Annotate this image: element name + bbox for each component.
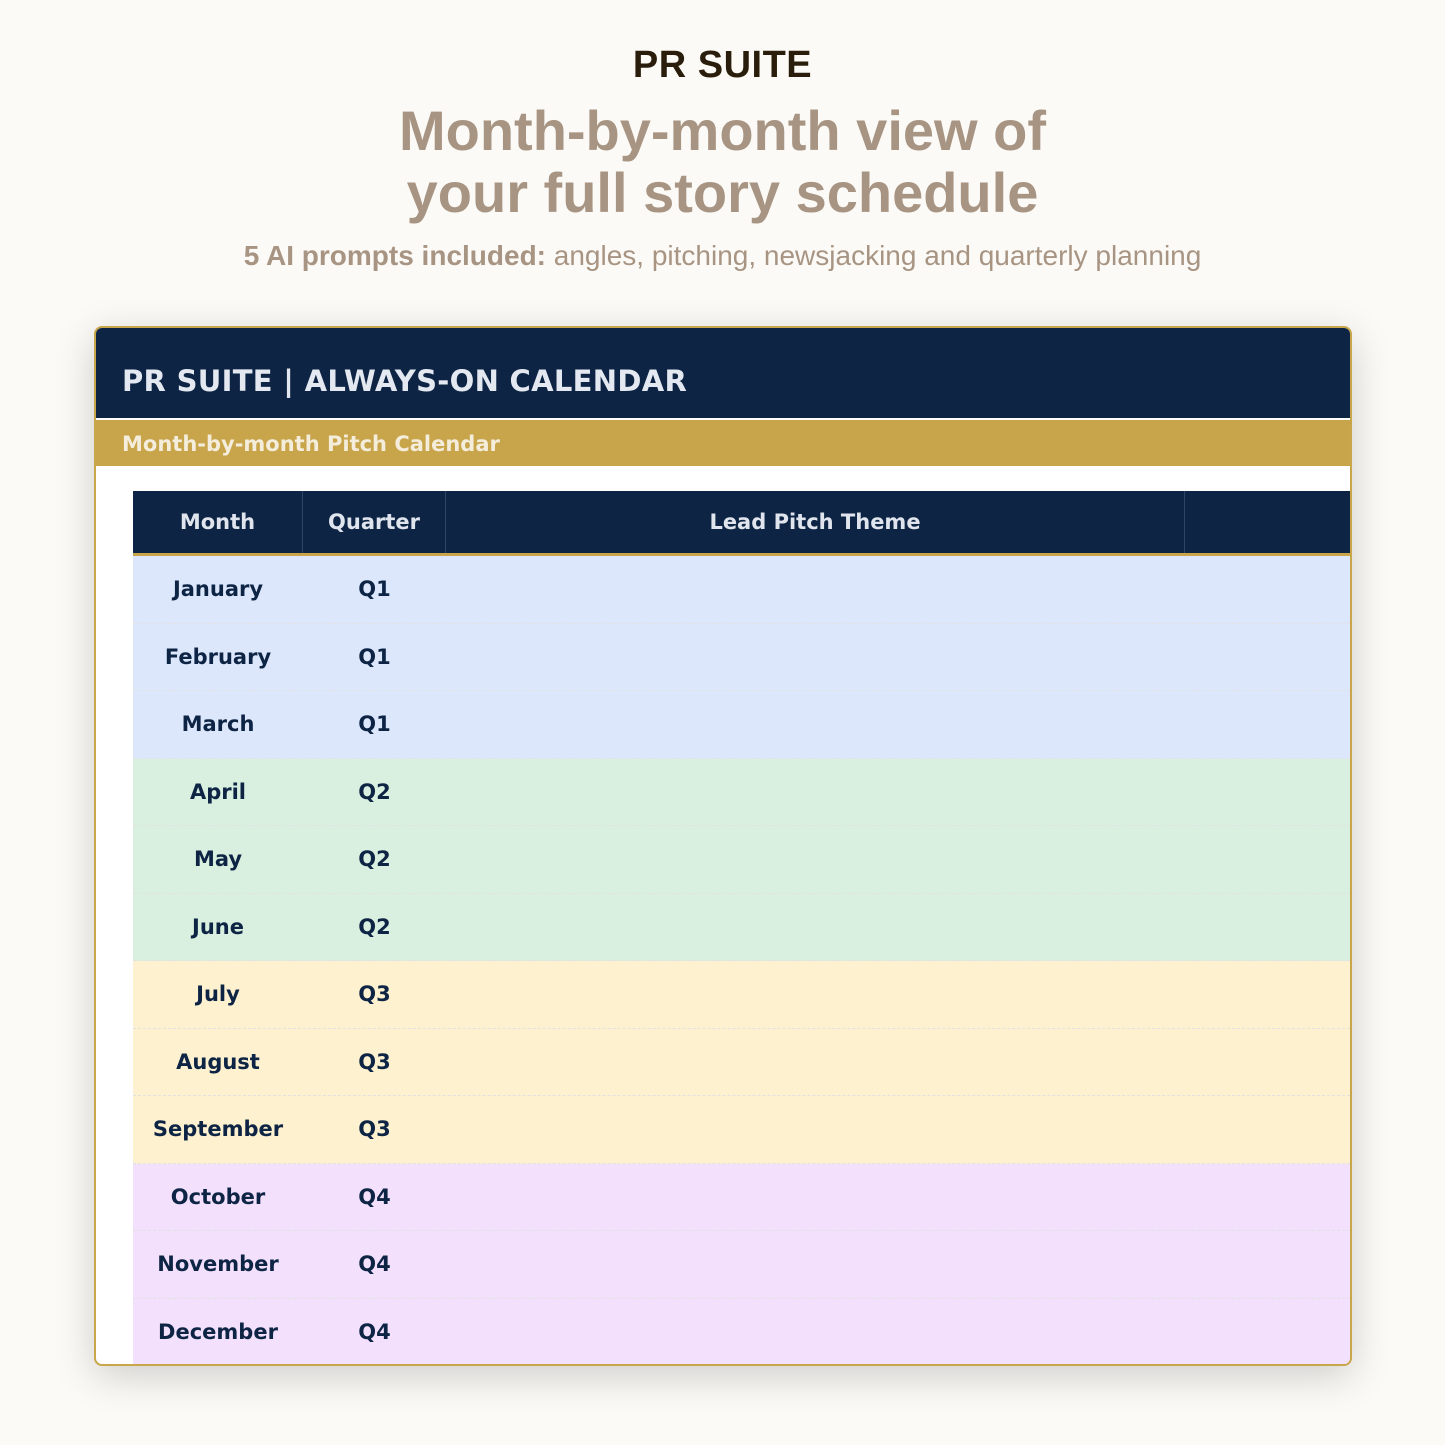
month-cell[interactable]: November: [133, 1231, 303, 1298]
table-row: March Q1: [133, 691, 1350, 759]
theme-cell[interactable]: [446, 759, 1185, 826]
extra-cell[interactable]: [1185, 961, 1350, 1028]
month-cell[interactable]: September: [133, 1096, 303, 1163]
column-header-lead-pitch-theme[interactable]: Lead Pitch Theme: [446, 491, 1185, 553]
table-row: November Q4: [133, 1231, 1350, 1299]
extra-cell[interactable]: [1185, 1164, 1350, 1231]
extra-cell[interactable]: [1185, 624, 1350, 691]
table-row: August Q3: [133, 1028, 1350, 1096]
theme-cell[interactable]: [446, 1164, 1185, 1231]
brand-title: PR SUITE: [632, 44, 813, 86]
month-cell[interactable]: January: [133, 556, 303, 623]
month-cell[interactable]: June: [133, 894, 303, 961]
table-row: May Q2: [133, 826, 1350, 894]
sheet-subtitle: Month-by-month Pitch Calendar: [122, 432, 500, 456]
theme-cell[interactable]: [446, 1096, 1185, 1163]
theme-cell[interactable]: [446, 1231, 1185, 1298]
headline-line-1: Month-by-month view of: [398, 99, 1046, 162]
sheet-title: PR SUITE | ALWAYS-ON CALENDAR: [122, 364, 688, 398]
month-cell[interactable]: February: [133, 624, 303, 691]
month-cell[interactable]: October: [133, 1164, 303, 1231]
column-header-extra[interactable]: [1185, 491, 1350, 553]
headline: Month-by-month view of your full story s…: [0, 100, 1445, 224]
table-row: July Q3: [133, 961, 1350, 1029]
theme-cell[interactable]: [446, 961, 1185, 1028]
table-row: January Q1: [133, 556, 1350, 624]
column-header-quarter[interactable]: Quarter: [303, 491, 446, 553]
column-header-month[interactable]: Month: [133, 491, 303, 553]
quarter-cell[interactable]: Q3: [303, 1096, 446, 1163]
quarter-cell[interactable]: Q2: [303, 759, 446, 826]
extra-cell[interactable]: [1185, 1231, 1350, 1298]
subline: 5 AI prompts included: angles, pitching,…: [0, 240, 1445, 272]
month-cell[interactable]: April: [133, 759, 303, 826]
extra-cell[interactable]: [1185, 826, 1350, 893]
quarter-cell[interactable]: Q2: [303, 826, 446, 893]
extra-cell[interactable]: [1185, 1029, 1350, 1096]
extra-cell[interactable]: [1185, 691, 1350, 758]
theme-cell[interactable]: [446, 691, 1185, 758]
month-cell[interactable]: March: [133, 691, 303, 758]
extra-cell[interactable]: [1185, 556, 1350, 623]
month-cell[interactable]: July: [133, 961, 303, 1028]
pitch-calendar-table: Month Quarter Lead Pitch Theme January Q…: [133, 491, 1350, 1365]
month-cell[interactable]: May: [133, 826, 303, 893]
table-row: February Q1: [133, 623, 1350, 691]
table-row: December Q4: [133, 1298, 1350, 1365]
theme-cell[interactable]: [446, 1029, 1185, 1096]
quarter-cell[interactable]: Q4: [303, 1299, 446, 1365]
headline-line-2: your full story schedule: [406, 161, 1039, 224]
theme-cell[interactable]: [446, 624, 1185, 691]
theme-cell[interactable]: [446, 1299, 1185, 1365]
quarter-cell[interactable]: Q1: [303, 624, 446, 691]
extra-cell[interactable]: [1185, 759, 1350, 826]
theme-cell[interactable]: [446, 826, 1185, 893]
quarter-cell[interactable]: Q3: [303, 1029, 446, 1096]
table-row: October Q4: [133, 1163, 1350, 1231]
quarter-cell[interactable]: Q4: [303, 1164, 446, 1231]
quarter-cell[interactable]: Q4: [303, 1231, 446, 1298]
table-row: June Q2: [133, 893, 1350, 961]
extra-cell[interactable]: [1185, 894, 1350, 961]
table-row: September Q3: [133, 1096, 1350, 1164]
quarter-cell[interactable]: Q3: [303, 961, 446, 1028]
quarter-cell[interactable]: Q1: [303, 691, 446, 758]
theme-cell[interactable]: [446, 556, 1185, 623]
quarter-cell[interactable]: Q2: [303, 894, 446, 961]
table-row: April Q2: [133, 758, 1350, 826]
month-cell[interactable]: August: [133, 1029, 303, 1096]
theme-cell[interactable]: [446, 894, 1185, 961]
spreadsheet-card: PR SUITE | ALWAYS-ON CALENDAR Month-by-m…: [94, 326, 1352, 1366]
month-cell[interactable]: December: [133, 1299, 303, 1365]
extra-cell[interactable]: [1185, 1096, 1350, 1163]
promo-page: PR SUITE Month-by-month view of your ful…: [0, 0, 1445, 1445]
subline-bold: 5 AI prompts included:: [243, 240, 546, 271]
quarter-cell[interactable]: Q1: [303, 556, 446, 623]
table-header: Month Quarter Lead Pitch Theme: [133, 491, 1350, 556]
subline-rest: angles, pitching, newsjacking and quarte…: [546, 240, 1202, 271]
extra-cell[interactable]: [1185, 1299, 1350, 1365]
